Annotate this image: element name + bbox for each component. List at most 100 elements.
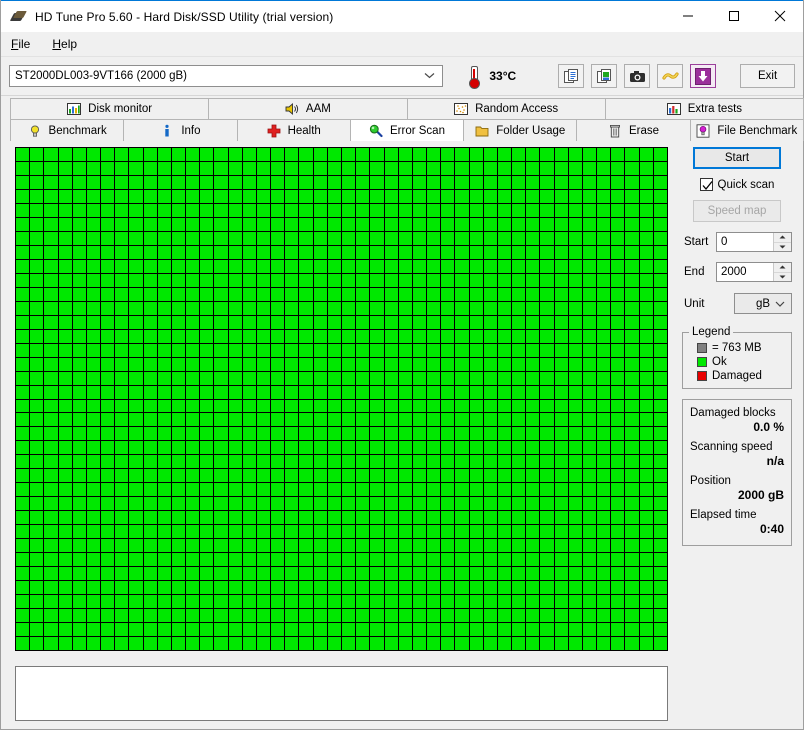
purchase-button[interactable] <box>657 64 684 88</box>
scan-block <box>16 623 30 637</box>
tab-benchmark[interactable]: Benchmark <box>10 119 125 141</box>
end-spinbox[interactable]: 2000 <box>716 262 792 282</box>
start-button[interactable]: Start <box>693 147 781 169</box>
scan-block <box>526 385 540 399</box>
start-spinner[interactable] <box>773 233 791 251</box>
quick-scan-checkbox[interactable] <box>699 178 713 191</box>
tab-file-benchmark[interactable]: File Benchmark <box>689 119 804 141</box>
tab-info[interactable]: Info <box>123 119 238 141</box>
scan-block <box>72 259 86 273</box>
tab-folder-usage[interactable]: Folder Usage <box>463 119 578 141</box>
scan-block <box>58 497 72 511</box>
scan-block <box>568 161 582 175</box>
scan-block <box>341 203 356 217</box>
unit-select[interactable]: gB <box>734 293 792 314</box>
toolbar-buttons <box>558 64 717 88</box>
scan-block <box>370 525 384 539</box>
scan-block <box>242 413 256 427</box>
scan-block <box>356 413 370 427</box>
scan-block <box>214 595 228 609</box>
scan-block <box>143 483 157 497</box>
scan-block <box>171 161 186 175</box>
menu-file[interactable]: File <box>11 37 30 51</box>
scan-block <box>540 539 554 553</box>
tab-extra-tests[interactable]: Extra tests <box>604 98 804 119</box>
spinner-up-icon[interactable] <box>774 233 791 242</box>
scan-block <box>186 595 200 609</box>
scan-block <box>412 399 427 413</box>
spinner-up-icon[interactable] <box>774 263 791 272</box>
tab-disk-monitor[interactable]: Disk monitor <box>10 98 210 119</box>
scan-block <box>441 413 455 427</box>
scan-block <box>540 553 554 567</box>
scan-block <box>30 539 44 553</box>
scan-block <box>653 217 667 231</box>
scan-block <box>398 371 412 385</box>
tab-label: Disk monitor <box>88 103 153 115</box>
tab-label: Erase <box>629 124 660 137</box>
scan-block <box>540 371 554 385</box>
tab-aam[interactable]: AAM <box>208 98 408 119</box>
scan-block <box>639 441 653 455</box>
scan-block <box>171 329 186 343</box>
scan-block <box>143 595 157 609</box>
scan-block <box>200 609 214 623</box>
scan-block <box>611 231 625 245</box>
scan-block <box>327 273 341 287</box>
end-input[interactable]: 2000 <box>717 263 773 281</box>
scan-block <box>44 525 58 539</box>
start-spinbox[interactable]: 0 <box>716 232 792 252</box>
scan-block <box>86 148 101 161</box>
scan-block <box>214 441 228 455</box>
copy-text-button[interactable] <box>558 64 585 88</box>
scan-block <box>455 469 469 483</box>
magnifier-green-icon <box>369 124 383 137</box>
scan-block <box>568 385 582 399</box>
scan-block <box>597 567 611 581</box>
scan-block <box>483 581 497 595</box>
scan-block <box>455 301 469 315</box>
scan-block <box>497 623 512 637</box>
scan-block <box>639 371 653 385</box>
maximize-button[interactable] <box>711 1 757 31</box>
scan-block <box>44 539 58 553</box>
scan-block <box>483 497 497 511</box>
screenshot-button[interactable] <box>624 64 651 88</box>
tab-random-access[interactable]: Random Access <box>406 98 606 119</box>
checkmark-icon <box>702 181 713 191</box>
scan-block <box>200 413 214 427</box>
scan-block <box>625 413 639 427</box>
scan-block <box>242 273 256 287</box>
exit-button[interactable]: Exit <box>740 64 795 88</box>
menu-help[interactable]: Help <box>52 37 77 51</box>
minimize-button[interactable] <box>665 1 711 31</box>
error-scan-grid[interactable] <box>15 147 668 651</box>
scan-block <box>115 483 129 497</box>
scan-block <box>568 343 582 357</box>
tab-error-scan[interactable]: Error Scan <box>349 119 465 141</box>
trash-icon <box>610 124 621 137</box>
scan-block <box>313 357 327 371</box>
log-output[interactable] <box>15 666 668 721</box>
scan-block <box>214 175 228 189</box>
scan-block <box>568 231 582 245</box>
download-button[interactable] <box>690 64 717 88</box>
scan-block <box>313 497 327 511</box>
scan-block <box>497 203 512 217</box>
tab-erase[interactable]: Erase <box>576 119 691 141</box>
drive-selector[interactable]: ST2000DL003-9VT166 (2000 gB) <box>9 65 444 87</box>
scan-block <box>72 497 86 511</box>
scan-block <box>44 609 58 623</box>
tab-health[interactable]: Health <box>236 119 351 141</box>
start-input[interactable]: 0 <box>717 233 773 251</box>
spinner-down-icon[interactable] <box>774 241 791 252</box>
end-spinner[interactable] <box>773 263 791 281</box>
close-button[interactable] <box>757 1 803 31</box>
quick-scan-row[interactable]: Quick scan <box>682 178 792 191</box>
spinner-down-icon[interactable] <box>774 271 791 282</box>
speed-map-button[interactable]: Speed map <box>693 200 781 222</box>
copy-image-button[interactable] <box>591 64 618 88</box>
scan-block <box>115 413 129 427</box>
scan-block <box>540 175 554 189</box>
scan-block <box>611 539 625 553</box>
